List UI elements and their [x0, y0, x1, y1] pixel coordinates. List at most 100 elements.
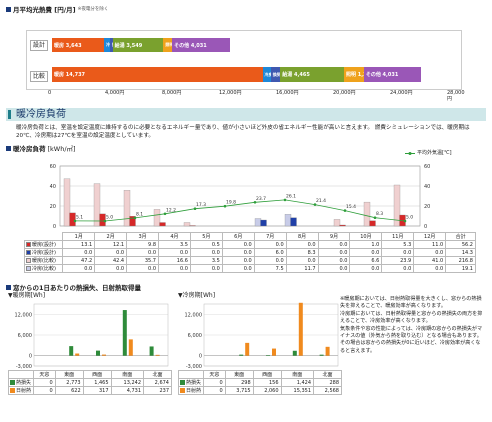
corner-cell [177, 370, 205, 379]
window-note: その場合は窓からの熱損失が0に近いほど、冷房効率が高くなると言えます。 [340, 340, 481, 354]
window-note: 気象条件や窓の性能によっては、冷房期の窓からの熱損失がマイナスの値（外気から熱を… [340, 325, 483, 340]
cost-axis-tick: 12,000円 [219, 90, 242, 96]
window-row: 熱損失 0 298 156 1,424 288 [177, 378, 342, 387]
value-cell: 0.0 [253, 240, 287, 249]
value-cell: 0.5 [189, 240, 223, 249]
temp-label: 15.4 [346, 204, 356, 210]
temp-label: 8.3 [376, 211, 383, 217]
load-bar [63, 178, 71, 227]
square-bullet-icon [6, 284, 11, 290]
value-cell: 0.0 [381, 264, 415, 273]
month-cell: 1月 [62, 232, 96, 241]
value-cell: 1.0 [349, 240, 383, 249]
month-cell: 8月 [285, 232, 319, 241]
series-swatch-icon [180, 379, 185, 385]
row-label: 日射熱 [16, 388, 32, 394]
total-header-cell: 合計 [445, 232, 476, 241]
value-cell: 0.0 [221, 264, 255, 273]
monthly-row: 冷房(設計) 0.0 0.0 0.0 0.0 0.0 0.0 6.0 8.3 0.0 0.0 0.0 0… [23, 248, 476, 257]
value-cell: 0.0 [317, 240, 351, 249]
row-label-cell: 熱損失 [7, 378, 35, 387]
direction-cell: 南面 [110, 370, 145, 379]
value-cell: 35.7 [126, 256, 159, 265]
value-cell: 237 [143, 386, 172, 395]
direction-cell: 南面 [280, 370, 315, 379]
y-right-tick: 20 [424, 204, 430, 210]
value-cell: 0.0 [349, 264, 383, 273]
section-banner: 暖冷房負荷 [6, 108, 486, 121]
section-description: 暖冷房負荷とは、室温を設定温度に維持するのに必要となるエネルギー量であり、値が小… [16, 125, 470, 139]
loss-bar [69, 346, 74, 356]
value-cell: 0.0 [285, 256, 319, 265]
gain-bar [128, 339, 133, 356]
value-cell: 13.1 [62, 240, 96, 249]
value-cell: 13,242 [110, 378, 145, 387]
month-cell: 3月 [126, 232, 159, 241]
month-cell: 9月 [317, 232, 351, 241]
load-bar [159, 222, 166, 227]
value-cell: 0.0 [317, 256, 351, 265]
load-bar [339, 224, 346, 227]
y-left-tick: 40 [50, 184, 56, 190]
row-label: 暖房(設計) [32, 242, 56, 248]
load-bar [254, 218, 262, 227]
cost-segment-暖房: 暖房 14,737 [52, 67, 263, 82]
temp-label: 21.4 [316, 198, 326, 204]
value-cell: 0.0 [62, 248, 96, 257]
gain-bar [272, 348, 276, 356]
month-cell: 11月 [381, 232, 415, 241]
value-cell: 42.4 [94, 256, 128, 265]
series-swatch-icon [180, 387, 185, 393]
value-cell: 6.0 [253, 248, 287, 257]
temp-label: 5.1 [76, 214, 83, 220]
value-cell: 0.0 [253, 256, 287, 265]
month-cell: 4月 [158, 232, 191, 241]
cost-axis: 0 4,000円 8,000円 12,000円 16,000円 20,000円 24,000… [48, 90, 465, 102]
gain-bar [245, 342, 250, 356]
cost-segment-冷房: 冷房 572 [262, 67, 282, 82]
value-cell: 1,424 [280, 378, 315, 387]
window-row: 熱損失 0 2,773 1,465 13,242 2,674 [7, 378, 172, 387]
window-row: 日射熱 0 3,715 2,060 15,351 2,568 [177, 386, 342, 395]
value-cell: 0.0 [413, 264, 447, 273]
value-cell: 1,465 [82, 378, 112, 387]
value-cell: 2,568 [313, 386, 342, 395]
load-bar [363, 201, 371, 227]
value-cell: 0.0 [158, 248, 191, 257]
value-cell: 298 [224, 378, 254, 387]
value-cell: 23.9 [381, 256, 415, 265]
series-swatch-icon [26, 241, 31, 247]
direction-cell: 東面 [54, 370, 84, 379]
cooling-window-chart: 12,0006,0000-3,000 [185, 302, 339, 370]
value-cell: 7.5 [253, 264, 287, 273]
cost-axis-tick: 20,000円 [333, 90, 356, 96]
cost-segment-その他: その他 4,031 [363, 67, 422, 82]
square-bullet-icon [6, 145, 11, 151]
load-bar [369, 220, 376, 227]
month-header-row: 1月 2月 3月 4月 5月 6月 7月 8月 9月 10月 11月 12月 合… [24, 232, 476, 241]
row-label-cell: 日射熱 [7, 386, 35, 395]
stacked-bar-design: 暖房 3,643冷房 420換気 184給湯 3,549照明 614その他 4,… [52, 38, 452, 52]
section-title: 暖冷房負荷 [16, 109, 66, 120]
value-cell: 0 [33, 386, 56, 395]
temp-label: 26.1 [286, 193, 296, 199]
load-bar [69, 212, 76, 227]
value-cell: 11.0 [413, 240, 447, 249]
loss-bar [239, 354, 244, 356]
row-label-design: 設計 [30, 40, 49, 51]
y-right-tick: 0 [424, 224, 427, 230]
corner-cell [24, 232, 64, 241]
direction-cell: 天窓 [33, 370, 56, 379]
month-cell: 2月 [94, 232, 128, 241]
value-cell: 0.0 [189, 264, 223, 273]
row-label: 熱損失 [186, 380, 202, 386]
energy-cost-title: 月平均光熱費 [円/月] [13, 6, 76, 14]
window-notes: ※暖房期においては、日射熱取得量を大きくし、窓からの熱損失を抑えることで、暖房効… [340, 296, 484, 355]
value-cell: 15,351 [280, 386, 315, 395]
energy-cost-header: 月平均光熱費 [円/月] ※夜電分を除く [6, 4, 108, 14]
value-cell: 11.7 [285, 264, 319, 273]
temp-label: 19.8 [226, 200, 236, 206]
window-header: 窓からの1日あたりの熱損失、日射熱取得量 [6, 282, 141, 292]
value-cell: 0.0 [94, 264, 128, 273]
y-left-tick: 60 [50, 164, 56, 170]
